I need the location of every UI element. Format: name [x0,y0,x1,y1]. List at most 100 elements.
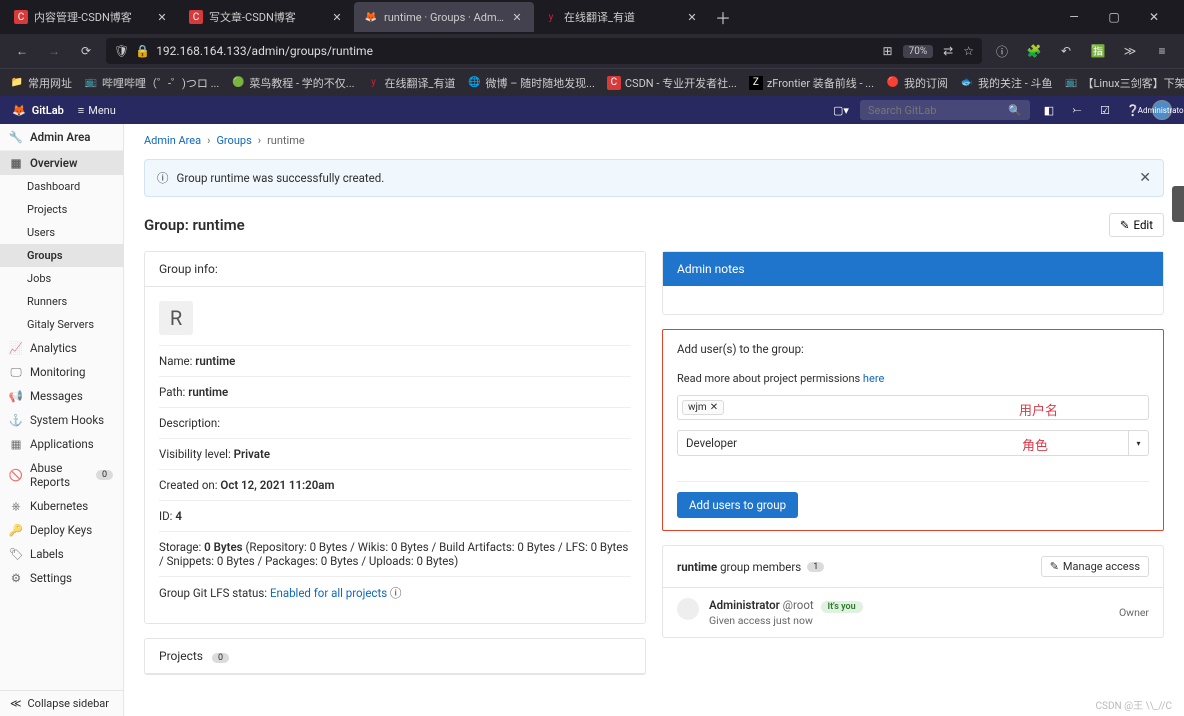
sidebar-deploykeys[interactable]: 🔑Deploy Keys [0,518,123,542]
collapse-icon: ≪ [10,697,22,710]
search-icon: 🔍 [1008,104,1022,117]
todo-icon[interactable]: ☑ [1096,101,1114,119]
more-tools-icon[interactable]: ≫ [1118,39,1142,63]
bookmark-item[interactable]: ZzFrontier 装备前线 - ... [749,75,874,91]
site-icon: C [607,76,621,90]
sidebar-dashboard[interactable]: Dashboard [0,175,123,198]
search-input[interactable]: 🔍 [860,100,1030,120]
bookmark-item[interactable]: 🟢菜鸟教程 - 学的不仅... [231,75,354,91]
bookmark-item[interactable]: 🌐微博 – 随时随地发现... [467,75,594,91]
collapse-sidebar[interactable]: ≪ Collapse sidebar [0,690,123,716]
bookmark-item[interactable]: y在线翻译_有道 [367,75,456,91]
minimize-button[interactable]: ― [1060,3,1088,31]
translate-icon[interactable]: ⇄ [943,44,953,58]
bookmark-item[interactable]: 📁常用网址 [10,75,72,91]
sidebar-gitaly[interactable]: Gitaly Servers [0,313,123,336]
back-button[interactable]: ← [10,39,34,63]
bookmark-star-icon[interactable]: ☆ [963,44,974,58]
browser-tab-2[interactable]: C 写文章-CSDN博客 ✕ [179,2,354,32]
tab-favicon: C [14,10,28,24]
close-icon[interactable]: ✕ [1139,170,1151,186]
info-row: Visibility level: Private [159,438,631,469]
bookmark-item[interactable]: 🐟我的关注 - 斗鱼 [960,75,1053,91]
sidebar-messages[interactable]: 📢Messages [0,384,123,408]
breadcrumb-link[interactable]: Admin Area [144,134,201,147]
info-icon[interactable]: ⓘ [990,39,1014,63]
edit-button[interactable]: ✎ Edit [1109,213,1164,237]
members-panel: runtime group members 1 ✎ Manage access … [662,545,1164,638]
wrench-icon: 🔧 [10,131,22,143]
sidebar-runners[interactable]: Runners [0,290,123,313]
plus-icon[interactable]: ▢▾ [832,101,850,119]
permissions-link[interactable]: here [863,372,884,385]
sidebar-analytics[interactable]: 📈Analytics [0,336,123,360]
merge-icon[interactable]: ⤚ [1068,101,1086,119]
sidebar-applications[interactable]: ▦Applications [0,432,123,456]
pencil-icon: ✎ [1120,218,1130,232]
bookmark-item[interactable]: 📺哔哩哔哩（゜-゜)つロ ... [84,75,219,91]
sidebar-groups[interactable]: Groups [0,244,123,267]
gear-icon: ⚙ [10,572,22,584]
role-select[interactable]: Developer ▾ 角色 [677,430,1149,456]
translate2-icon[interactable]: 🈯 [1086,39,1110,63]
close-icon[interactable]: ✕ [685,10,699,24]
close-icon[interactable]: ✕ [510,10,524,24]
member-row: Administrator @root It's you Given acces… [663,588,1163,637]
browser-tab-3[interactable]: 🦊 runtime · Groups · Admin Are ✕ [354,2,534,32]
remove-chip-icon[interactable]: ✕ [710,402,718,413]
sidebar-kubernetes[interactable]: ⎈Kubernetes [0,494,123,518]
gitlab-logo[interactable]: 🦊 GitLab [12,104,64,117]
sidebar-abuse[interactable]: 🚫Abuse Reports0 [0,456,123,494]
sidebar-jobs[interactable]: Jobs [0,267,123,290]
url-input[interactable]: 🛡 🔒 192.168.164.133/admin/groups/runtime… [106,38,982,64]
sidebar-labels[interactable]: 🏷Labels [0,542,123,566]
zoom-level[interactable]: 70% [903,45,934,58]
forward-button[interactable]: → [42,39,66,63]
user-chip[interactable]: wjm ✕ [682,400,724,415]
browser-tab-4[interactable]: y 在线翻译_有道 ✕ [534,2,709,32]
qr-icon[interactable]: ⊞ [883,44,893,58]
info-row: Group Git LFS status: Enabled for all pr… [159,576,631,609]
sidebar-overview[interactable]: ▦ Overview [0,151,123,175]
count-badge: 0 [96,470,113,480]
projects-panel: Projects 0 [144,638,646,675]
bookmark-item[interactable]: 📺【Linux三剑客】下架... [1064,75,1184,91]
scroll-handle[interactable] [1172,186,1184,222]
close-icon[interactable]: ✕ [155,10,169,24]
bookmark-item[interactable]: CCSDN - 专业开发者社... [607,75,737,91]
breadcrumb-link[interactable]: Groups [216,134,251,147]
sidebar-settings[interactable]: ⚙Settings [0,566,123,590]
menu-button[interactable]: ≡ Menu [78,104,116,117]
sidebar-monitoring[interactable]: 🖵Monitoring [0,360,123,384]
user-select-input[interactable]: wjm ✕ 用户名 [677,395,1149,420]
admin-sidebar: 🔧 Admin Area ▦ Overview Dashboard Projec… [0,124,124,716]
maximize-button[interactable]: ▢ [1100,3,1128,31]
add-users-button[interactable]: Add users to group [677,492,798,518]
browser-tab-1[interactable]: C 内容管理-CSDN博客 ✕ [4,2,179,32]
info-row: ID: 4 [159,500,631,531]
new-tab-button[interactable]: ＋ [709,3,737,31]
alert-text: Group runtime was successfully created. [177,171,385,185]
annotation: 角色 [1022,435,1048,454]
reload-button[interactable]: ⟳ [74,39,98,63]
user-avatar[interactable]: Administrator [1152,100,1172,120]
lfs-link[interactable]: Enabled for all projects [270,586,387,600]
sidebar-users[interactable]: Users [0,221,123,244]
sidebar-projects[interactable]: Projects [0,198,123,221]
manage-access-link[interactable]: ✎ Manage access [1041,556,1149,577]
bookmark-item[interactable]: 🔴我的订阅 [886,75,948,91]
close-icon[interactable]: ✕ [330,10,344,24]
undo-icon[interactable]: ↶ [1054,39,1078,63]
app-menu-icon[interactable]: ≡ [1150,39,1174,63]
annotation: 用户名 [1019,400,1058,419]
close-window-button[interactable]: ✕ [1140,3,1168,31]
sidebar-hooks[interactable]: ⚓System Hooks [0,408,123,432]
expiration-input[interactable] [677,466,1149,482]
megaphone-icon: 📢 [10,390,22,402]
label-icon: 🏷 [10,548,22,560]
extension-icon[interactable]: 🧩 [1022,39,1046,63]
help-icon[interactable]: ⓘ [390,586,402,600]
sidebar-header[interactable]: 🔧 Admin Area [0,124,123,151]
url-text: 192.168.164.133/admin/groups/runtime [156,44,876,58]
issues-icon[interactable]: ◧ [1040,101,1058,119]
